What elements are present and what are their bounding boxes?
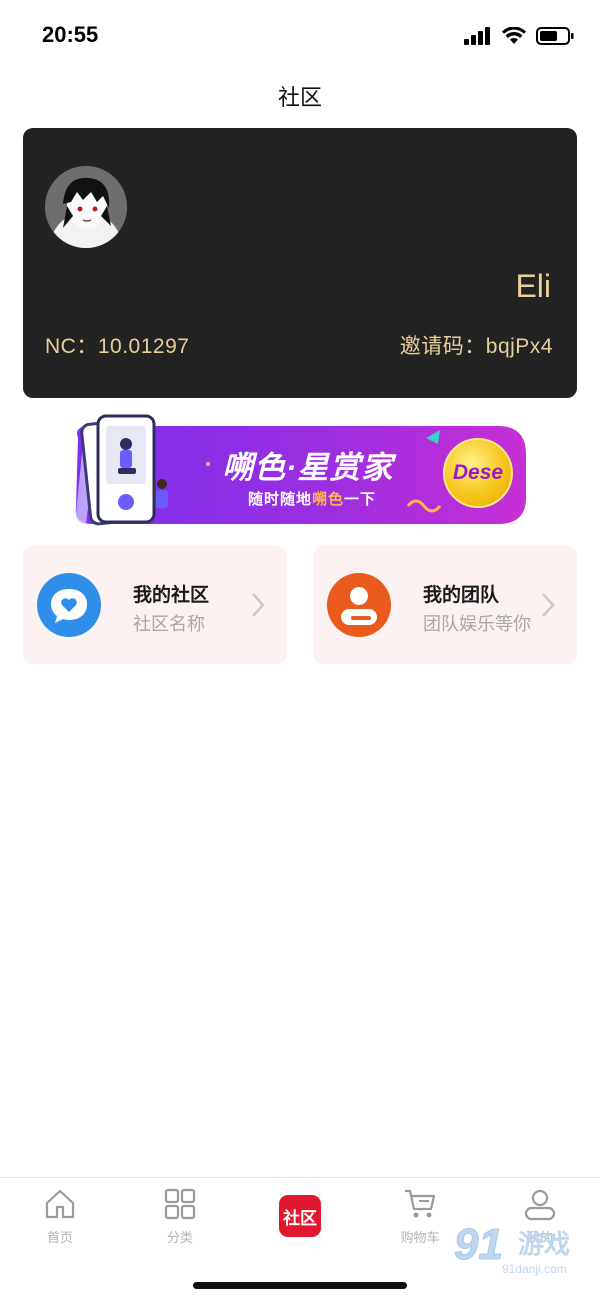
banner-subtitle-suffix: 一下 [344, 491, 377, 508]
cart-icon [402, 1186, 438, 1222]
battery-icon [536, 27, 574, 45]
profile-card: Eli NC：10.01297 邀请码：bqjPx4 [23, 128, 577, 398]
watermark-logo: 91 游戏 91danji.com [452, 1215, 592, 1279]
tab-home[interactable]: 首页 [20, 1186, 100, 1248]
chat-heart-icon [37, 573, 101, 637]
svg-text:游戏: 游戏 [518, 1230, 570, 1260]
feature-subtitle: 团队娱乐等你 [423, 614, 531, 634]
feature-title: 我的团队 [423, 585, 500, 606]
invite-code-value: bqjPx4 [485, 335, 553, 358]
person-icon [327, 573, 391, 637]
my-community-card[interactable]: 我的社区 社区名称 [23, 546, 287, 664]
tab-label: 分类 [166, 1230, 193, 1245]
avatar[interactable] [45, 166, 127, 248]
tab-community[interactable]: 社区 [260, 1186, 340, 1248]
invite-label: 邀请码： [399, 335, 486, 358]
signal-icon [464, 27, 490, 45]
coin-text: Dese [452, 461, 504, 484]
profile-name: Eli [515, 268, 551, 304]
chevron-right-icon [252, 593, 265, 617]
tab-label: 购物车 [400, 1230, 440, 1245]
banner-subtitle-prefix: 随时随地 [248, 491, 313, 508]
feature-title: 我的社区 [133, 585, 210, 606]
chevron-right-icon [542, 593, 555, 617]
page-title: 社区 [277, 85, 322, 110]
my-team-card[interactable]: 我的团队 团队娱乐等你 [313, 546, 577, 664]
banner-subtitle: 随时随地嗍色一下 [248, 488, 376, 509]
nc-balance: NC：10.01297 [45, 330, 189, 360]
home-indicator [193, 1282, 407, 1289]
wifi-icon [502, 27, 526, 44]
nc-label: NC： [45, 335, 98, 358]
community-badge: 社区 [279, 1195, 321, 1237]
grid-icon [162, 1186, 198, 1222]
tab-category[interactable]: 分类 [140, 1186, 220, 1248]
tab-label: 首页 [46, 1230, 73, 1245]
dese-coin-icon: Dese [443, 438, 513, 508]
banner-title: 嗍色·星赏家 [222, 450, 394, 485]
feature-subtitle: 社区名称 [133, 614, 205, 634]
nc-value: 10.01297 [97, 335, 190, 358]
tab-cart[interactable]: 购物车 [380, 1186, 460, 1248]
svg-text:91: 91 [454, 1220, 503, 1269]
promo-banner[interactable]: 嗍色·星赏家 随时随地嗍色一下 Dese [68, 414, 530, 528]
status-icons [464, 25, 574, 47]
invite-code[interactable]: 邀请码：bqjPx4 [400, 330, 553, 360]
home-icon [42, 1186, 78, 1222]
svg-text:91danji.com: 91danji.com [502, 1262, 567, 1276]
status-time: 20:55 [42, 22, 99, 47]
banner-subtitle-highlight: 嗍色 [312, 491, 345, 508]
status-bar: 20:55 [0, 0, 600, 70]
